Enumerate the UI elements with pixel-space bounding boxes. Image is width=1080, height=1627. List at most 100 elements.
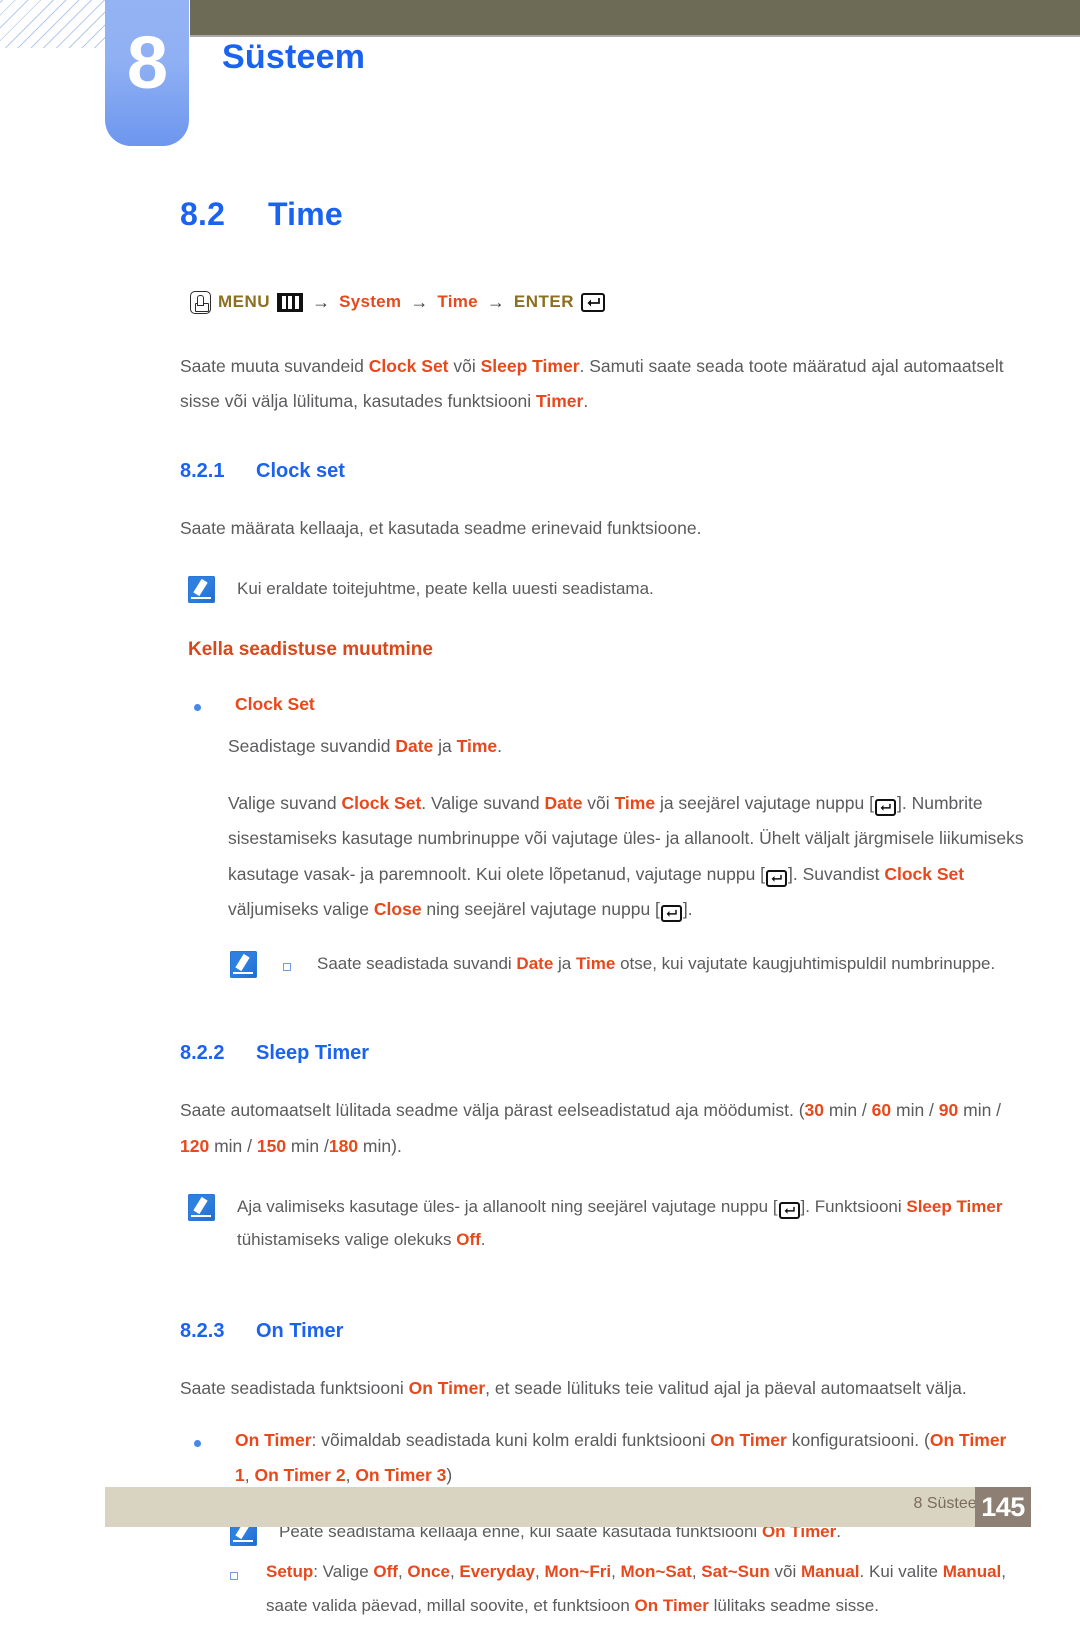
cs-p-hl-clock-set-2: Clock Set	[884, 863, 965, 884]
clock-set-intro: Saate määrata kellaaja, et kasutada sead…	[180, 517, 702, 538]
note-pen-icon-2	[230, 951, 257, 979]
stn-hl-sleep-timer: Sleep Timer	[906, 1197, 1003, 1217]
menu-path-arrow-3: →	[486, 291, 505, 312]
bullet-clock-set: Clock Set	[194, 687, 1025, 722]
setup-d: lülitaks seadme sisse.	[708, 1595, 879, 1615]
st-value-90: 90	[938, 1100, 959, 1121]
cs-p-g: väljumiseks valige	[228, 898, 374, 919]
clock-set-instructions: Valige suvand Clock Set. Valige suvand D…	[228, 786, 1025, 927]
st-value-60: 60	[871, 1100, 892, 1121]
cs-p-c: või	[582, 792, 615, 813]
st-u1: min /	[824, 1100, 872, 1121]
cs-p-hl-close: Close	[373, 898, 422, 919]
otb-hl-on-timer-3: On Timer 3	[355, 1465, 447, 1486]
cs-line-c: .	[497, 735, 503, 756]
subsection-heading-on-timer: 8.2.3 On Timer	[180, 1320, 1025, 1343]
note-block-sleep-timer: Aja valimiseks kasutage üles- ja allanoo…	[188, 1190, 1025, 1256]
otb-hl-on-timer-2: On Timer 2	[254, 1465, 346, 1486]
n2-c: otse, kui vajutate kaugjuhtimispuldil nu…	[615, 954, 996, 974]
bullet-on-timer-content: On Timer: võimaldab seadistada kuni kolm…	[235, 1423, 1025, 1494]
chapter-number-badge: 8	[105, 0, 189, 146]
st-value-120: 120	[180, 1135, 210, 1156]
subsection-number-821: 8.2.1	[180, 459, 225, 482]
n2-hl-date: Date	[516, 954, 554, 974]
subsection-title-clock-set: Clock set	[256, 459, 345, 482]
setup-option-mon-sat: Mon~Sat	[620, 1561, 692, 1581]
section-number: 8.2	[180, 196, 226, 232]
sub-bullet-setup-content: Setup: Valige Off, Once, Everyday, Mon~F…	[266, 1555, 1025, 1623]
section-title: Time	[268, 196, 343, 232]
corner-hatch-decoration	[0, 0, 108, 48]
cs-line-b: ja	[433, 735, 457, 756]
setup-sep-6: või	[769, 1561, 801, 1581]
setup-hl-on-timer: On Timer	[634, 1595, 709, 1615]
setup-sep-1: ,	[397, 1561, 408, 1581]
enter-key-icon-inline-2	[766, 869, 788, 887]
ot-b: , et seade lülituks teie valitud ajal ja…	[485, 1378, 967, 1399]
subsection-number-822: 8.2.2	[180, 1042, 225, 1065]
st-u4: min /	[209, 1135, 257, 1156]
otb-b: konfiguratsiooni. (	[786, 1429, 930, 1450]
setup-a: : Valige	[313, 1561, 374, 1581]
setup-option-sat-sun: Sat~Sun	[701, 1561, 770, 1581]
note-text-power-cord: Kui eraldate toitejuhtme, peate kella uu…	[237, 579, 654, 599]
page-content: 8.2 Time MENU → System → Time → ENTER Saa…	[180, 196, 1025, 1627]
cs-p-f: ]. Suvandist	[788, 863, 885, 884]
bullet-clock-set-content: Clock Set	[235, 687, 1025, 722]
n2-a: Saate seadistada suvandi	[317, 954, 517, 974]
otb-e: )	[446, 1465, 453, 1486]
intro-paragraph: Saate muuta suvandeid Clock Set või Slee…	[180, 349, 1025, 420]
stn-c: tühistamiseks valige olekuks	[237, 1230, 457, 1250]
cs-hl-time: Time	[456, 735, 498, 756]
setup-sep-5: ,	[691, 1561, 702, 1581]
setup-option-manual: Manual	[800, 1561, 860, 1581]
stn-d: .	[480, 1230, 486, 1250]
enter-key-icon-inline-4	[778, 1202, 800, 1220]
ot-hl-on-timer: On Timer	[408, 1378, 486, 1399]
subsection-heading-sleep-timer: 8.2.2 Sleep Timer	[180, 1042, 1025, 1065]
menu-path-item-system: System	[339, 292, 402, 311]
section-heading: 8.2 Time	[180, 196, 1025, 233]
otb-c: ,	[244, 1465, 255, 1486]
note-text-remote-numbers: Saate seadistada suvandi Date ja Time ot…	[317, 947, 1025, 980]
otb-a: : võimaldab seadistada kuni kolm eraldi …	[311, 1429, 711, 1450]
sleep-timer-paragraph: Saate automaatselt lülitada seadme välja…	[180, 1093, 1025, 1164]
bullet-dot-icon-2	[194, 1439, 201, 1447]
setup-option-off: Off	[373, 1561, 398, 1581]
on-timer-intro: Saate seadistada funktsiooni On Timer, e…	[180, 1371, 1025, 1406]
n2-hl-time: Time	[575, 954, 616, 974]
note-pen-icon-3	[188, 1194, 215, 1222]
note-pen-icon	[188, 576, 215, 604]
setup-sep-2: ,	[449, 1561, 460, 1581]
enter-key-icon	[581, 292, 606, 312]
footer-bar	[105, 1487, 1030, 1527]
stn-b: ]. Funktsiooni	[800, 1197, 907, 1217]
intro-text-d: .	[583, 391, 589, 412]
enter-key-icon-inline-1	[874, 798, 896, 816]
cs-p-b: . Valige suvand	[421, 792, 545, 813]
ot-a: Saate seadistada funktsiooni	[180, 1378, 409, 1399]
st-a: Saate automaatselt lülitada seadme välja…	[180, 1100, 805, 1121]
stn-a: Aja valimiseks kasutage üles- ja allanoo…	[237, 1197, 778, 1217]
intro-hl-clock-set: Clock Set	[368, 356, 449, 376]
setup-option-once: Once	[407, 1561, 450, 1581]
st-u2: min /	[891, 1100, 939, 1121]
hand-press-icon	[190, 290, 211, 314]
menu-path-arrow-1: →	[312, 291, 331, 312]
note-text-sleep-timer: Aja valimiseks kasutage üles- ja allanoo…	[237, 1190, 1025, 1256]
enter-key-icon-inline-3	[660, 904, 682, 922]
setup-option-mon-fri: Mon~Fri	[544, 1561, 612, 1581]
intro-hl-timer: Timer	[536, 391, 584, 412]
cs-p-hl-time: Time	[614, 792, 656, 813]
subsection-title-on-timer: On Timer	[256, 1320, 344, 1343]
st-value-150: 150	[256, 1135, 287, 1156]
sub-bullet-square-icon-2	[230, 1571, 238, 1580]
cs-line-a: Seadistage suvandid	[228, 735, 396, 756]
st-u5: min /	[286, 1135, 329, 1156]
clock-set-date-time-line: Seadistage suvandid Date ja Time.	[228, 729, 1025, 764]
sub-bullet-setup: Setup: Valige Off, Once, Everyday, Mon~F…	[230, 1555, 1025, 1623]
stn-hl-off: Off	[456, 1230, 481, 1250]
footer-page-number: 145	[975, 1487, 1031, 1527]
bullet-dot-icon	[194, 704, 201, 712]
note-block-remote-numbers: Saate seadistada suvandi Date ja Time ot…	[188, 947, 1025, 980]
